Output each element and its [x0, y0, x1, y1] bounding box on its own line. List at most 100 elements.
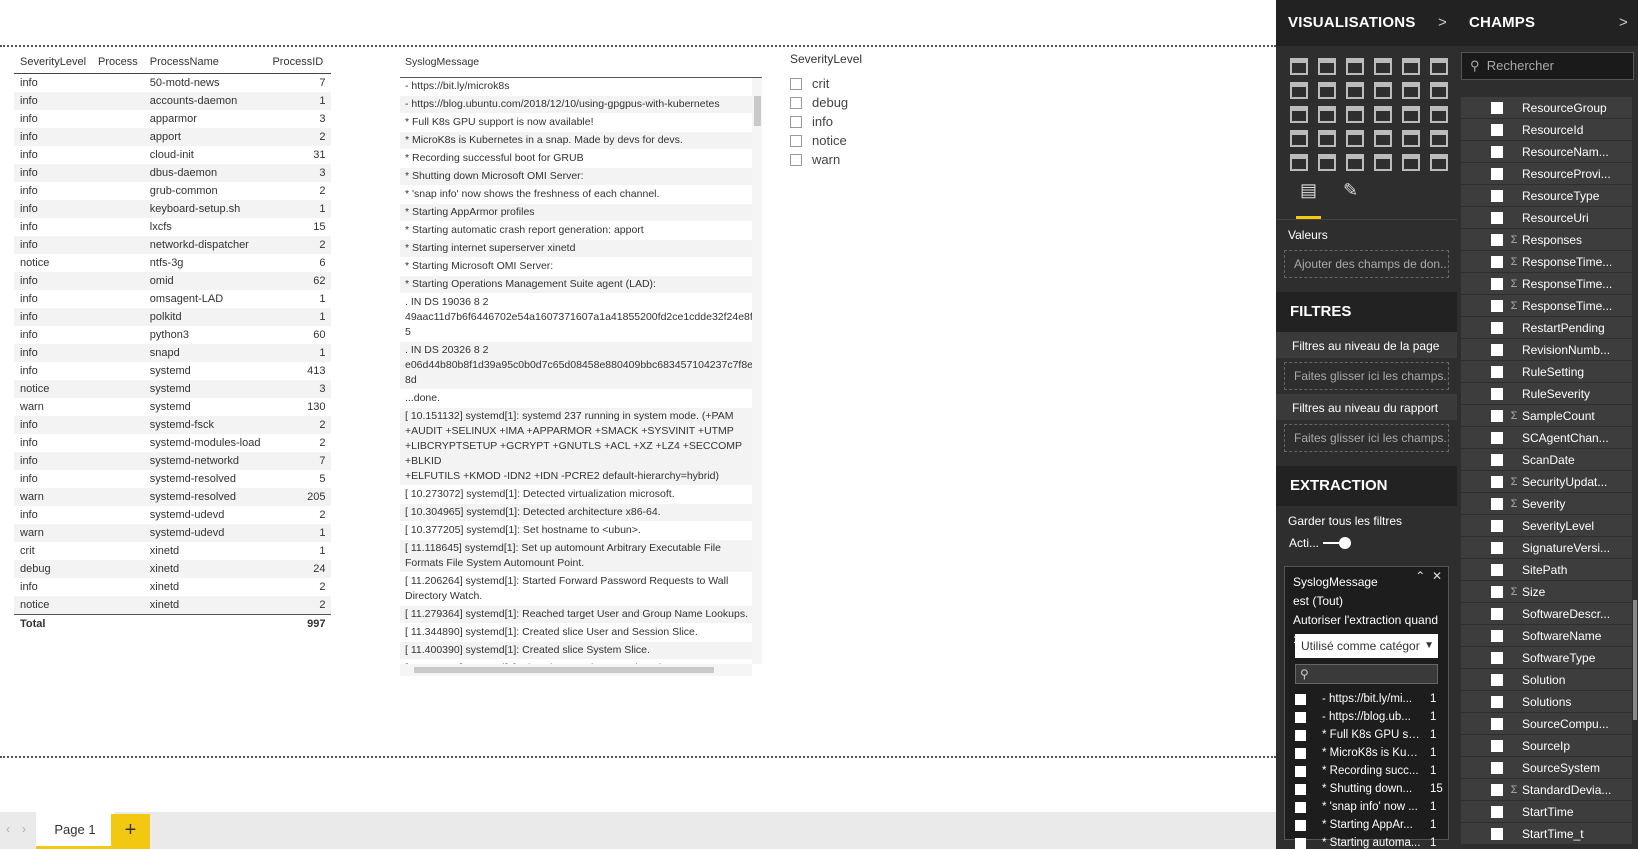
- field-item[interactable]: ResourceGroup: [1461, 97, 1632, 118]
- filter-item[interactable]: * MicroK8s is Kub... 1: [1285, 744, 1448, 762]
- field-item[interactable]: Σ SampleCount: [1461, 405, 1632, 426]
- checkbox[interactable]: [1491, 387, 1503, 400]
- field-item[interactable]: SCAgentChan...: [1461, 427, 1632, 448]
- filter-item[interactable]: * Starting AppAr... 1: [1285, 816, 1448, 834]
- field-item[interactable]: Σ SecurityUpdat...: [1461, 471, 1632, 492]
- checkbox[interactable]: [790, 77, 802, 90]
- visual-type-icon[interactable]: [1372, 150, 1392, 171]
- checkbox[interactable]: [790, 153, 802, 166]
- horizontal-scrollbar[interactable]: [400, 664, 752, 676]
- filter-item[interactable]: * Starting automa... 1: [1285, 834, 1448, 849]
- visual-type-icon[interactable]: [1372, 126, 1392, 147]
- column-header[interactable]: Process: [92, 51, 144, 74]
- checkbox[interactable]: [1491, 585, 1503, 598]
- checkbox[interactable]: [1491, 519, 1503, 532]
- field-item[interactable]: Σ ResponseTime...: [1461, 295, 1632, 316]
- checkbox[interactable]: [1295, 693, 1306, 705]
- values-drop-zone[interactable]: Ajouter des champs de don...: [1284, 250, 1449, 278]
- checkbox[interactable]: [790, 96, 802, 109]
- visual-type-icon[interactable]: [1316, 150, 1336, 171]
- filter-item[interactable]: * 'snap info' now ... 1: [1285, 798, 1448, 816]
- checkbox[interactable]: [1491, 431, 1503, 444]
- checkbox[interactable]: [1491, 321, 1503, 334]
- visual-type-icon[interactable]: [1344, 126, 1364, 147]
- slicer-item[interactable]: warn: [790, 150, 862, 169]
- field-item[interactable]: ScanDate: [1461, 449, 1632, 470]
- checkbox[interactable]: [1295, 801, 1306, 813]
- checkbox[interactable]: [1491, 607, 1503, 620]
- field-item[interactable]: SeverityLevel: [1461, 515, 1632, 536]
- scroll-thumb[interactable]: [754, 96, 761, 126]
- visual-type-icon[interactable]: [1400, 150, 1420, 171]
- field-item[interactable]: SourceIp: [1461, 735, 1632, 756]
- field-item[interactable]: RuleSetting: [1461, 361, 1632, 382]
- visual-type-icon[interactable]: [1316, 102, 1336, 123]
- checkbox[interactable]: [1491, 299, 1503, 312]
- next-page-icon[interactable]: ›: [22, 822, 26, 836]
- page-filters-drop-zone[interactable]: Faites glisser ici les champs...: [1284, 362, 1449, 390]
- visual-type-icon[interactable]: [1428, 102, 1448, 123]
- slicer-item[interactable]: notice: [790, 131, 862, 150]
- format-tab-icon[interactable]: ✎: [1343, 180, 1358, 219]
- page-tab[interactable]: Page 1: [36, 812, 114, 849]
- column-header[interactable]: ProcessName: [143, 51, 267, 74]
- visual-type-icon[interactable]: [1316, 78, 1336, 99]
- checkbox[interactable]: [1295, 729, 1306, 741]
- field-item[interactable]: Solution: [1461, 669, 1632, 690]
- checkbox[interactable]: [1491, 211, 1503, 224]
- checkbox[interactable]: [1491, 563, 1503, 576]
- visual-type-icon[interactable]: [1372, 78, 1392, 99]
- checkbox[interactable]: [1491, 189, 1503, 202]
- slicer-item[interactable]: info: [790, 112, 862, 131]
- checkbox[interactable]: [1491, 827, 1503, 840]
- visual-type-icon[interactable]: [1428, 126, 1448, 147]
- visual-type-icon[interactable]: [1428, 150, 1448, 171]
- visual-type-icon[interactable]: [1288, 126, 1308, 147]
- checkbox[interactable]: [1491, 497, 1503, 510]
- checkbox[interactable]: [1491, 761, 1503, 774]
- fields-tab-icon[interactable]: ▤: [1296, 180, 1322, 219]
- field-item[interactable]: RevisionNumb...: [1461, 339, 1632, 360]
- checkbox[interactable]: [1295, 819, 1306, 831]
- field-item[interactable]: ResourceUri: [1461, 207, 1632, 228]
- report-filters-drop-zone[interactable]: Faites glisser ici les champs...: [1284, 424, 1449, 452]
- checkbox[interactable]: [1491, 651, 1503, 664]
- process-table[interactable]: SeverityLevel Process ProcessName ProcessID…: [14, 51, 332, 633]
- slicer-item[interactable]: debug: [790, 93, 862, 112]
- checkbox[interactable]: [1491, 145, 1503, 158]
- collapse-pane-icon[interactable]: >: [1619, 0, 1628, 46]
- visual-type-icon[interactable]: [1288, 150, 1308, 171]
- column-header[interactable]: SeverityLevel: [14, 51, 93, 74]
- visual-type-icon[interactable]: [1344, 150, 1364, 171]
- visual-type-icon[interactable]: [1428, 54, 1448, 75]
- checkbox[interactable]: [1491, 409, 1503, 422]
- checkbox[interactable]: [790, 115, 802, 128]
- severity-slicer[interactable]: SeverityLevel crit debug info notice warn: [790, 52, 862, 169]
- visual-type-icon[interactable]: [1372, 54, 1392, 75]
- checkbox[interactable]: [1491, 167, 1503, 180]
- checkbox[interactable]: [1491, 717, 1503, 730]
- field-item[interactable]: ResourceId: [1461, 119, 1632, 140]
- checkbox[interactable]: [1491, 541, 1503, 554]
- column-header[interactable]: ProcessID: [266, 51, 332, 74]
- scroll-thumb[interactable]: [414, 667, 714, 673]
- checkbox[interactable]: [1491, 453, 1503, 466]
- checkbox[interactable]: [1491, 123, 1503, 136]
- visual-type-icon[interactable]: [1400, 102, 1420, 123]
- syslog-message-table[interactable]: SyslogMessage - https://bit.ly/microk8s -…: [400, 48, 762, 676]
- checkbox[interactable]: [1491, 805, 1503, 818]
- field-item[interactable]: ResourceNam...: [1461, 141, 1632, 162]
- checkbox[interactable]: [1295, 837, 1306, 849]
- field-item[interactable]: ResourceType: [1461, 185, 1632, 206]
- checkbox[interactable]: [1491, 783, 1503, 796]
- checkbox[interactable]: [1491, 277, 1503, 290]
- field-item[interactable]: StartTime: [1461, 801, 1632, 822]
- field-item[interactable]: SitePath: [1461, 559, 1632, 580]
- checkbox[interactable]: [1491, 233, 1503, 246]
- fields-search-input[interactable]: ⚲ Rechercher: [1461, 52, 1634, 80]
- visual-type-icon[interactable]: [1344, 54, 1364, 75]
- checkbox[interactable]: [1491, 255, 1503, 268]
- field-item[interactable]: SourceSystem: [1461, 757, 1632, 778]
- field-item[interactable]: Σ Responses: [1461, 229, 1632, 250]
- field-item[interactable]: SourceCompu...: [1461, 713, 1632, 734]
